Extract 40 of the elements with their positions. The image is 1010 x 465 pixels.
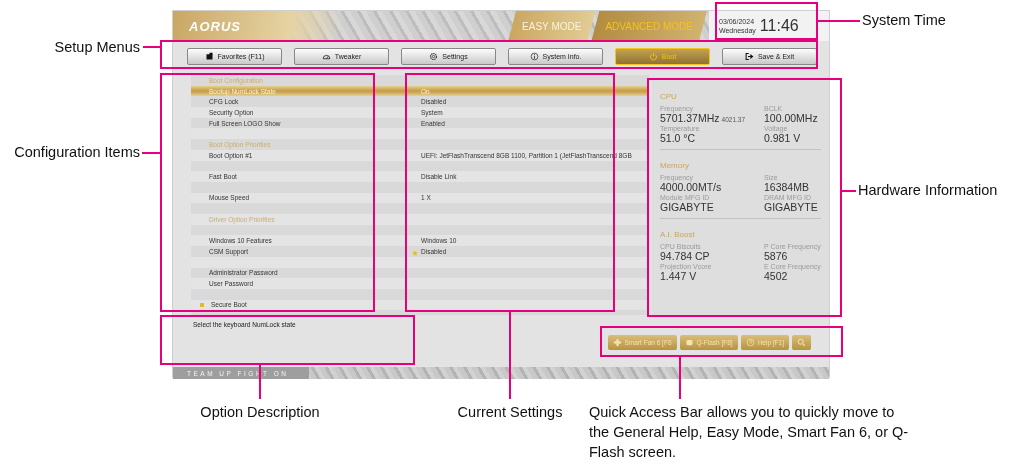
info-icon [529, 51, 539, 61]
field-value: 4000.00MT/s [660, 181, 722, 193]
section-title: Memory [660, 161, 689, 170]
leader-line [142, 152, 160, 154]
section-title: A.I. Boost [660, 230, 695, 239]
field-value: GIGABYTE [660, 201, 714, 213]
field-value: 5876 [764, 250, 788, 262]
leader-line [842, 190, 856, 192]
leader-line [259, 365, 261, 399]
leader-line [818, 20, 860, 22]
settings-icon [429, 51, 439, 61]
callout-label: Hardware Information [858, 181, 999, 200]
field-value: 0.981 V [764, 132, 801, 144]
logo: AORUS [173, 11, 339, 41]
field-value: 1.447 V [660, 270, 697, 282]
leader-line [679, 357, 681, 399]
section-title: CPU [660, 92, 677, 101]
callout-label: Setup Menus [53, 38, 140, 57]
field-value: 51.0 °C [660, 132, 696, 144]
exit-icon [744, 51, 754, 61]
help-icon [745, 338, 755, 347]
search-icon [797, 338, 806, 347]
field-value: 16384MB [764, 181, 809, 193]
callout-label: Current Settings [456, 403, 564, 422]
bullet-icon [200, 302, 204, 307]
callout-label: Quick Access Bar allows you to quickly move to the General Help, Easy Mode, Smart Fan 6, or Q-Flash screen. [589, 403, 909, 462]
time: 11:46 [759, 17, 799, 35]
field-value: 100.00MHz [764, 112, 818, 124]
field-value: 94.784 CP [660, 250, 710, 262]
callout-label: Option Description [199, 403, 321, 422]
search-button[interactable] [792, 335, 811, 350]
chip-icon [684, 338, 694, 347]
fan-icon [612, 338, 622, 347]
callout-label: System Time [862, 11, 947, 30]
power-icon [648, 51, 658, 61]
field-value: 4502 [764, 270, 788, 282]
callout-label: Configuration Items [13, 143, 140, 162]
leader-line [143, 46, 160, 48]
field-value: GIGABYTE [764, 201, 818, 213]
field-value: 5701.37MHz [660, 112, 720, 124]
